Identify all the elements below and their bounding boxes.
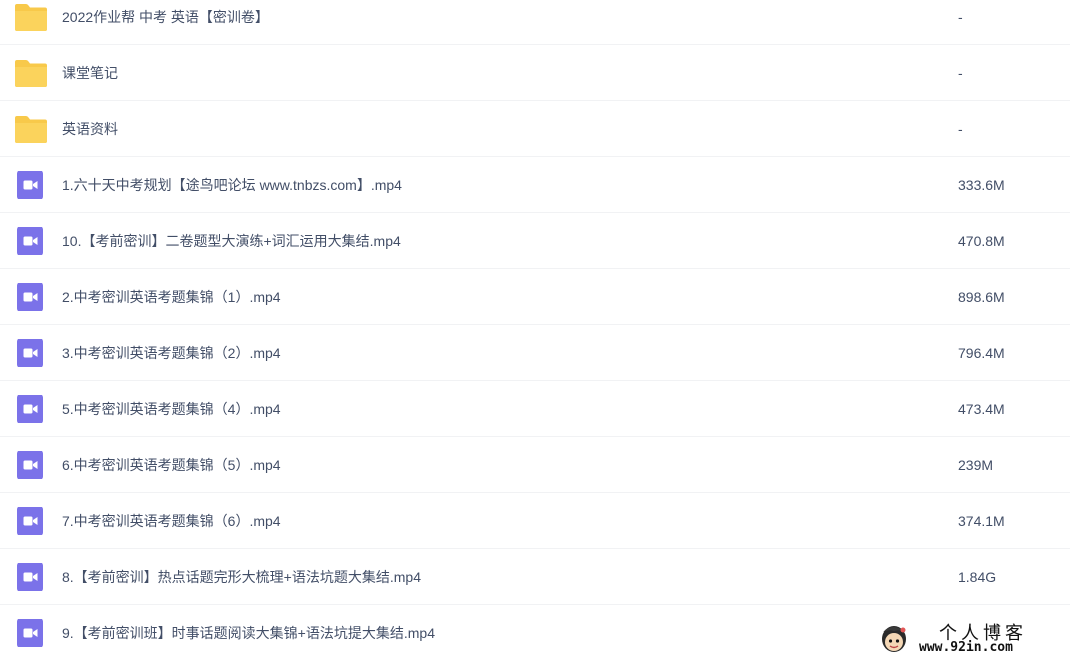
file-size: - [958,9,963,25]
video-file-icon [15,451,47,479]
file-row[interactable]: 2022作业帮 中考 英语【密训卷】 - [0,0,1070,45]
file-name: 2.中考密训英语考题集锦（1）.mp4 [62,289,281,305]
blog-watermark: 个人博客 www.92in.com [873,617,1068,659]
file-name: 1.六十天中考规划【途鸟吧论坛 www.tnbzs.com】.mp4 [62,177,402,193]
file-row[interactable]: 1.六十天中考规划【途鸟吧论坛 www.tnbzs.com】.mp4 333.6… [0,157,1070,213]
folder-icon [15,115,47,143]
file-name: 3.中考密训英语考题集锦（2）.mp4 [62,345,281,361]
file-size: - [958,65,963,81]
file-row[interactable]: 6.中考密训英语考题集锦（5）.mp4 239M [0,437,1070,493]
file-size: 333.6M [958,177,1005,193]
file-row[interactable]: 5.中考密训英语考题集锦（4）.mp4 473.4M [0,381,1070,437]
file-size: 470.8M [958,233,1005,249]
video-file-icon [15,171,47,199]
file-list: 2022作业帮 中考 英语【密训卷】 - 课堂笔记 - 英语资料 - 1.六十天… [0,0,1070,661]
file-size: 1.84G [958,569,997,585]
file-row[interactable]: 8.【考前密训】热点话题完形大梳理+语法坑题大集结.mp4 1.84G [0,549,1070,605]
file-name: 课堂笔记 [62,65,118,81]
folder-icon [15,59,47,87]
video-file-icon [15,339,47,367]
file-size: 796.4M [958,345,1005,361]
file-row[interactable]: 10.【考前密训】二卷题型大演练+词汇运用大集结.mp4 470.8M [0,213,1070,269]
folder-icon [15,3,47,31]
file-row[interactable]: 7.中考密训英语考题集锦（6）.mp4 374.1M [0,493,1070,549]
file-size: - [958,121,963,137]
file-name: 10.【考前密训】二卷题型大演练+词汇运用大集结.mp4 [62,233,401,249]
file-size: 239M [958,457,994,473]
file-size: 473.4M [958,401,1005,417]
file-name: 7.中考密训英语考题集锦（6）.mp4 [62,513,281,529]
file-name: 5.中考密训英语考题集锦（4）.mp4 [62,401,281,417]
file-row[interactable]: 2.中考密训英语考题集锦（1）.mp4 898.6M [0,269,1070,325]
file-row[interactable]: 英语资料 - [0,101,1070,157]
video-file-icon [15,507,47,535]
video-file-icon [15,395,47,423]
file-name: 8.【考前密训】热点话题完形大梳理+语法坑题大集结.mp4 [62,569,421,585]
file-name: 9.【考前密训班】时事话题阅读大集锦+语法坑提大集结.mp4 [62,625,435,641]
file-row[interactable]: 3.中考密训英语考题集锦（2）.mp4 796.4M [0,325,1070,381]
video-file-icon [15,227,47,255]
file-name: 6.中考密训英语考题集锦（5）.mp4 [62,457,281,473]
file-row[interactable]: 课堂笔记 - [0,45,1070,101]
file-size: 374.1M [958,513,1005,529]
video-file-icon [15,283,47,311]
file-name: 2022作业帮 中考 英语【密训卷】 [62,9,269,25]
cartoon-avatar-icon [879,622,909,654]
video-file-icon [15,563,47,591]
file-size: 898.6M [958,289,1005,305]
video-file-icon [15,619,47,647]
file-name: 英语资料 [62,121,118,137]
watermark-url: www.92in.com [919,640,1013,655]
